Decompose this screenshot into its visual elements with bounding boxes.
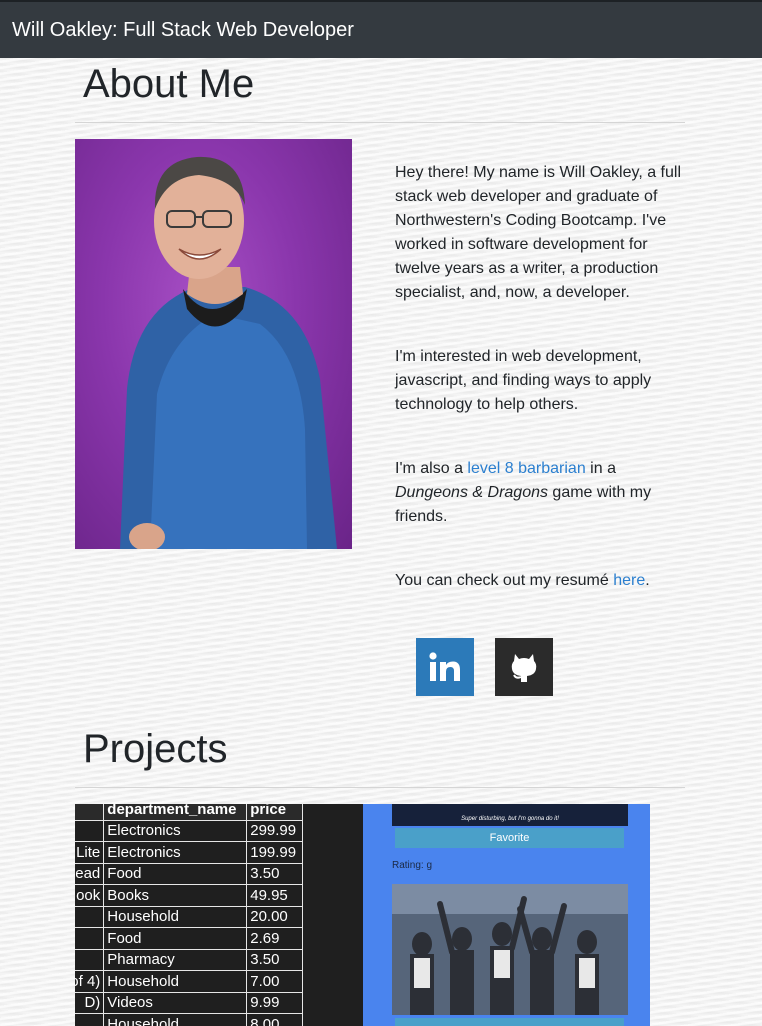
- bio-paragraph-resume: You can check out my resumé here.: [395, 569, 690, 593]
- favorite-button: Favorite: [395, 828, 624, 848]
- table-cell: 9.99: [246, 991, 303, 1014]
- table-cell: 299.99: [246, 819, 303, 842]
- table-row: Lite Electronics 199.99: [75, 841, 303, 864]
- table-cell: Food: [103, 927, 248, 950]
- table-row: Pharmacy 3.50: [75, 948, 303, 971]
- bio-paragraph-intro: Hey there! My name is Will Oakley, a ful…: [395, 164, 682, 301]
- table-row: Electronics 299.99: [75, 819, 303, 842]
- table-row: Household 20.00: [75, 905, 303, 928]
- project-screenshot-giphy: Super disturbing, but I'm gonna do it! F…: [363, 804, 650, 1026]
- table-cell: Books: [103, 884, 248, 907]
- table-cell: Electronics: [103, 841, 248, 864]
- bio-paragraph-interests: I'm interested in web development, javas…: [395, 348, 652, 413]
- table-cell: Household: [103, 905, 248, 928]
- dnd-title: Dungeons & Dragons: [395, 484, 548, 501]
- table-row: D) Videos 9.99: [75, 991, 303, 1014]
- table-row: ook Books 49.95: [75, 884, 303, 907]
- table-header: price: [246, 804, 303, 821]
- about-divider: [75, 122, 685, 123]
- table-row: Food 2.69: [75, 927, 303, 950]
- project-screenshot-table: department_name price Electronics 299.99 …: [75, 804, 363, 1026]
- table-cell: Lite: [75, 841, 105, 864]
- table-cell: ck of 4): [75, 970, 105, 993]
- table-cell: 3.50: [246, 862, 303, 885]
- table-cell: Food: [103, 862, 248, 885]
- projects-title: Projects: [83, 727, 228, 771]
- table-row: readFood3.50: [75, 862, 303, 885]
- table-cell: Videos: [103, 991, 248, 1014]
- github-button[interactable]: [495, 638, 553, 696]
- table-cell: [75, 819, 105, 842]
- table-row: ck of 4)Household7.00: [75, 970, 303, 993]
- products-table: department_name price Electronics 299.99 …: [75, 804, 303, 1026]
- about-title: About Me: [83, 62, 255, 106]
- table-cell: [75, 948, 105, 971]
- table-cell: [75, 927, 105, 950]
- bio-paragraph-dnd: I'm also a level 8 barbarian in a Dungeo…: [395, 457, 690, 529]
- table-cell: read: [75, 862, 105, 885]
- gif-rating: Rating: g: [392, 860, 433, 871]
- table-cell: 7.00: [246, 970, 303, 993]
- favorite-button-2: [395, 1018, 624, 1026]
- table-cell: D): [75, 991, 105, 1014]
- resume-text-pre: You can check out my resumé: [395, 572, 614, 589]
- linkedin-icon: [429, 652, 460, 681]
- linkedin-button[interactable]: [416, 638, 474, 696]
- table-header: department_name: [103, 804, 248, 821]
- github-icon: [511, 654, 537, 682]
- table-cell: 2.69: [246, 927, 303, 950]
- gif-caption: Super disturbing, but I'm gonna do it!: [392, 804, 628, 826]
- table-cell: Pharmacy: [103, 948, 248, 971]
- table-cell: ook: [75, 884, 105, 907]
- projects-divider: [75, 787, 685, 788]
- table-cell: Household: [103, 1013, 248, 1026]
- table-cell: Household: [103, 970, 248, 993]
- dnd-text-pre: I'm also a: [395, 460, 468, 477]
- barbarian-link[interactable]: level 8 barbarian: [467, 460, 585, 477]
- table-cell: 199.99: [246, 841, 303, 864]
- table-header-row: department_name price: [75, 804, 303, 821]
- table-cell: 8.00: [246, 1013, 303, 1026]
- portrait-photo: [75, 139, 352, 549]
- portrait-illustration: [120, 156, 337, 549]
- table-cell: [75, 905, 105, 928]
- table-cell: [75, 1013, 105, 1026]
- resume-link[interactable]: here: [613, 572, 645, 589]
- gif-image: [392, 884, 628, 1015]
- bio-text: Hey there! My name is Will Oakley, a ful…: [395, 161, 690, 633]
- table-row: Household 8.00: [75, 1013, 303, 1026]
- navbar-brand[interactable]: Will Oakley: Full Stack Web Developer: [12, 19, 354, 42]
- table-cell: 20.00: [246, 905, 303, 928]
- projects-carousel[interactable]: department_name price Electronics 299.99 …: [75, 804, 650, 1026]
- resume-text-post: .: [645, 572, 650, 589]
- navbar: Will Oakley: Full Stack Web Developer: [0, 0, 762, 58]
- office-celebration-illustration: [392, 884, 628, 1015]
- table-cell: Electronics: [103, 819, 248, 842]
- table-header: [75, 804, 105, 821]
- table-cell: 3.50: [246, 948, 303, 971]
- dnd-text-mid: in a: [585, 460, 616, 477]
- table-cell: 49.95: [246, 884, 303, 907]
